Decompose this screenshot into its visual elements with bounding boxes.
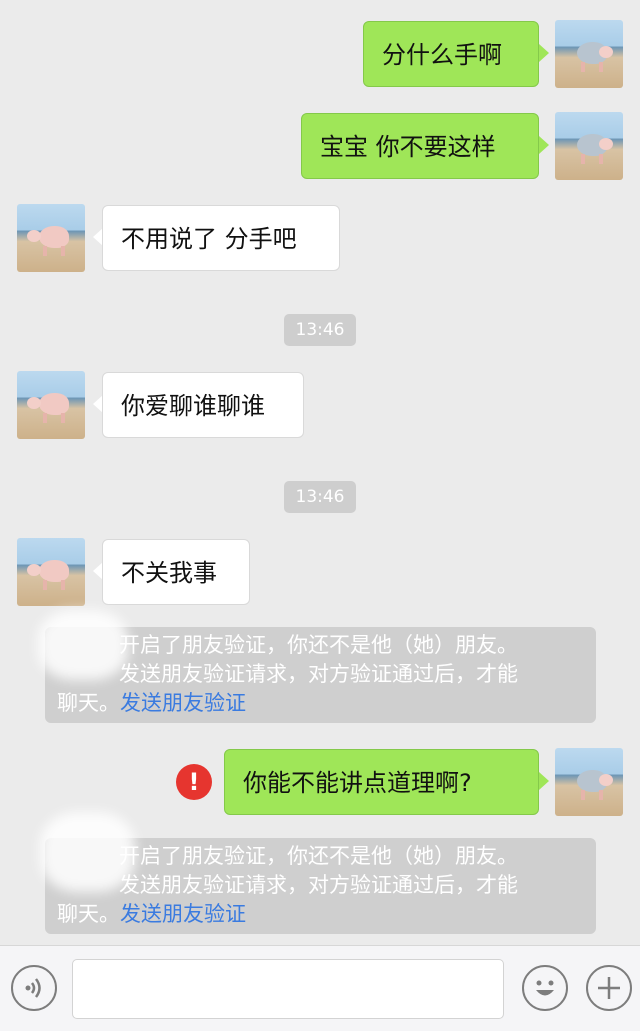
notice-line-3: 聊天。发送朋友验证 xyxy=(57,902,246,926)
notice-line-2: 发送朋友验证请求，对方验证通过后，才能 xyxy=(119,873,518,897)
message-row: 分什么手啊 xyxy=(0,20,640,88)
chat-area[interactable]: 分什么手啊 宝宝 你不要这样 不用说了 分手吧 13:46 你爱聊谁聊谁 13:… xyxy=(0,0,640,945)
redaction-blur xyxy=(40,812,135,892)
bubble-tail xyxy=(539,44,549,62)
message-bubble-sent[interactable]: 你能不能讲点道理啊? xyxy=(224,749,539,815)
send-verification-link[interactable]: 发送朋友验证 xyxy=(120,691,246,715)
send-verification-link[interactable]: 发送朋友验证 xyxy=(120,902,246,926)
message-bubble-received[interactable]: 不关我事 xyxy=(102,539,250,605)
notice-line-3: 聊天。发送朋友验证 xyxy=(57,691,246,715)
message-bubble-received[interactable]: 不用说了 分手吧 xyxy=(102,205,340,271)
message-row: 宝宝 你不要这样 xyxy=(0,112,640,180)
redaction-blur xyxy=(38,610,128,680)
my-avatar[interactable] xyxy=(555,112,623,180)
bubble-tail xyxy=(539,772,549,790)
voice-icon[interactable] xyxy=(11,965,57,1011)
message-row: ! 你能不能讲点道理啊? xyxy=(0,748,640,816)
notice-line-2: 发送朋友验证请求，对方验证通过后，才能 xyxy=(119,662,518,686)
contact-avatar[interactable] xyxy=(17,204,85,272)
message-bubble-received[interactable]: 你爱聊谁聊谁 xyxy=(102,372,304,438)
contact-avatar[interactable] xyxy=(17,371,85,439)
notice-line-1: 开启了朋友验证，你还不是他（她）朋友。 xyxy=(119,633,518,657)
message-bubble-sent[interactable]: 宝宝 你不要这样 xyxy=(301,113,539,179)
message-bubble-sent[interactable]: 分什么手啊 xyxy=(363,21,539,87)
timestamp: 13:46 xyxy=(284,481,356,513)
send-failed-icon[interactable]: ! xyxy=(176,764,212,800)
message-input[interactable] xyxy=(72,959,504,1019)
bubble-tail xyxy=(539,136,549,154)
message-row: 不用说了 分手吧 xyxy=(0,204,640,272)
input-toolbar xyxy=(0,945,640,1031)
emoji-icon[interactable] xyxy=(522,965,568,1011)
my-avatar[interactable] xyxy=(555,748,623,816)
contact-avatar[interactable] xyxy=(17,538,85,606)
timestamp: 13:46 xyxy=(284,314,356,346)
message-row: 你爱聊谁聊谁 xyxy=(0,371,640,439)
plus-icon[interactable] xyxy=(586,965,632,1011)
message-row: 不关我事 xyxy=(0,538,640,606)
notice-line-1: 开启了朋友验证，你还不是他（她）朋友。 xyxy=(119,844,518,868)
my-avatar[interactable] xyxy=(555,20,623,88)
